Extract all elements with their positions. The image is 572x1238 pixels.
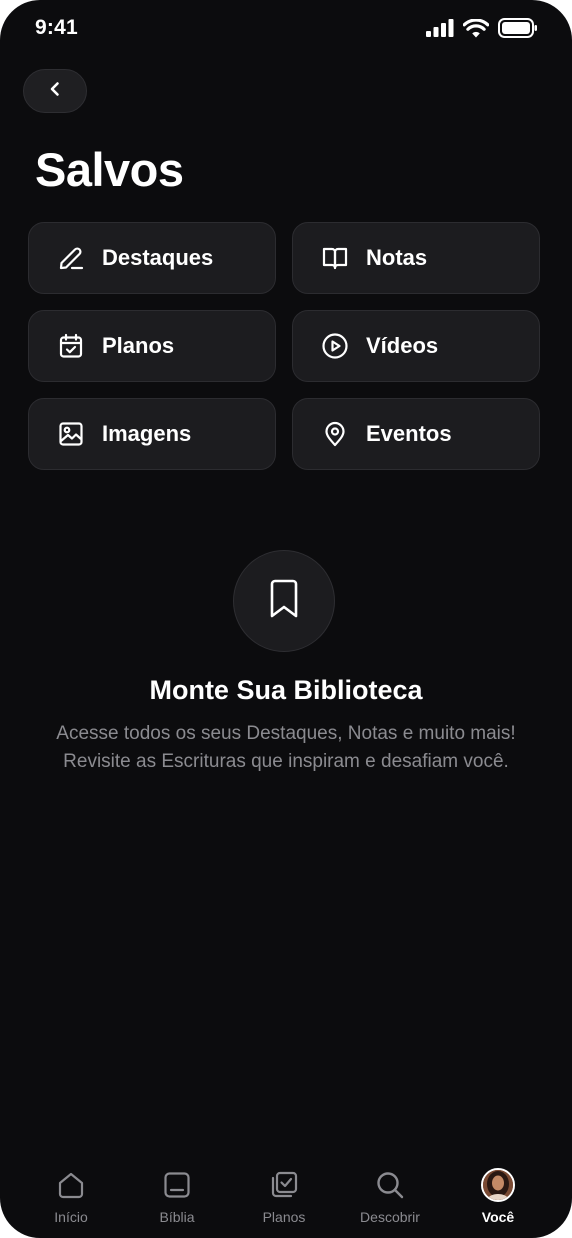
- saved-tile-label: Imagens: [102, 421, 192, 446]
- empty-state-description: Acesse todos os seus Destaques, Notas e …: [56, 723, 516, 772]
- nav-item-planos[interactable]: Planos: [234, 1168, 334, 1225]
- nav-label: Planos: [262, 1209, 306, 1225]
- saved-tile-label: Planos: [102, 333, 175, 358]
- calendar-check-icon: [57, 332, 85, 360]
- image-icon: [57, 420, 85, 448]
- saved-tile-planos[interactable]: Planos: [28, 310, 276, 382]
- home-icon: [54, 1168, 88, 1202]
- status-icons: [426, 17, 538, 43]
- phone-screen: 9:41 Salvos Destaques Notas Planos Vídeo…: [0, 0, 572, 1238]
- saved-categories-grid: Destaques Notas Planos Vídeos Imagens Ev…: [28, 222, 540, 470]
- nav-item-inicio[interactable]: Início: [21, 1168, 121, 1225]
- saved-tile-imagens[interactable]: Imagens: [28, 398, 276, 470]
- nav-item-descobrir[interactable]: Descobrir: [340, 1168, 440, 1225]
- nav-label: Descobrir: [360, 1209, 420, 1225]
- nav-label: Bíblia: [159, 1209, 195, 1225]
- empty-state-icon-circle: [233, 550, 335, 652]
- saved-tile-label: Notas: [366, 245, 428, 270]
- cellular-signal-icon: [426, 19, 454, 42]
- saved-tile-label: Destaques: [102, 245, 214, 270]
- nav-label: Início: [54, 1209, 88, 1225]
- saved-tile-destaques[interactable]: Destaques: [28, 222, 276, 294]
- page-title: Salvos: [35, 143, 184, 196]
- map-pin-icon: [321, 420, 349, 448]
- back-button[interactable]: [23, 69, 87, 113]
- play-circle-icon: [321, 332, 349, 360]
- nav-item-voce[interactable]: Você: [448, 1168, 548, 1225]
- saved-tile-eventos[interactable]: Eventos: [292, 398, 540, 470]
- pen-icon: [57, 244, 85, 272]
- search-icon: [373, 1168, 407, 1202]
- nav-item-biblia[interactable]: Bíblia: [127, 1168, 227, 1225]
- saved-tile-notas[interactable]: Notas: [292, 222, 540, 294]
- bottom-nav: Início Bíblia Planos Descobrir Você: [0, 1160, 572, 1238]
- status-time: 9:41: [35, 16, 78, 39]
- open-book-icon: [321, 244, 349, 272]
- wifi-icon: [462, 17, 490, 43]
- bible-icon: [160, 1168, 194, 1202]
- battery-icon: [498, 18, 538, 43]
- saved-tile-label: Vídeos: [366, 333, 439, 358]
- plans-check-icon: [267, 1168, 301, 1202]
- avatar: [481, 1168, 515, 1202]
- saved-tile-videos[interactable]: Vídeos: [292, 310, 540, 382]
- saved-tile-label: Eventos: [366, 421, 452, 446]
- chevron-left-icon: [48, 81, 62, 102]
- nav-label: Você: [481, 1209, 515, 1225]
- bookmark-icon: [267, 579, 301, 624]
- avatar-wrapper: [481, 1168, 515, 1202]
- empty-state-title: Monte Sua Biblioteca: [149, 675, 423, 705]
- status-bar: 9:41: [0, 0, 572, 58]
